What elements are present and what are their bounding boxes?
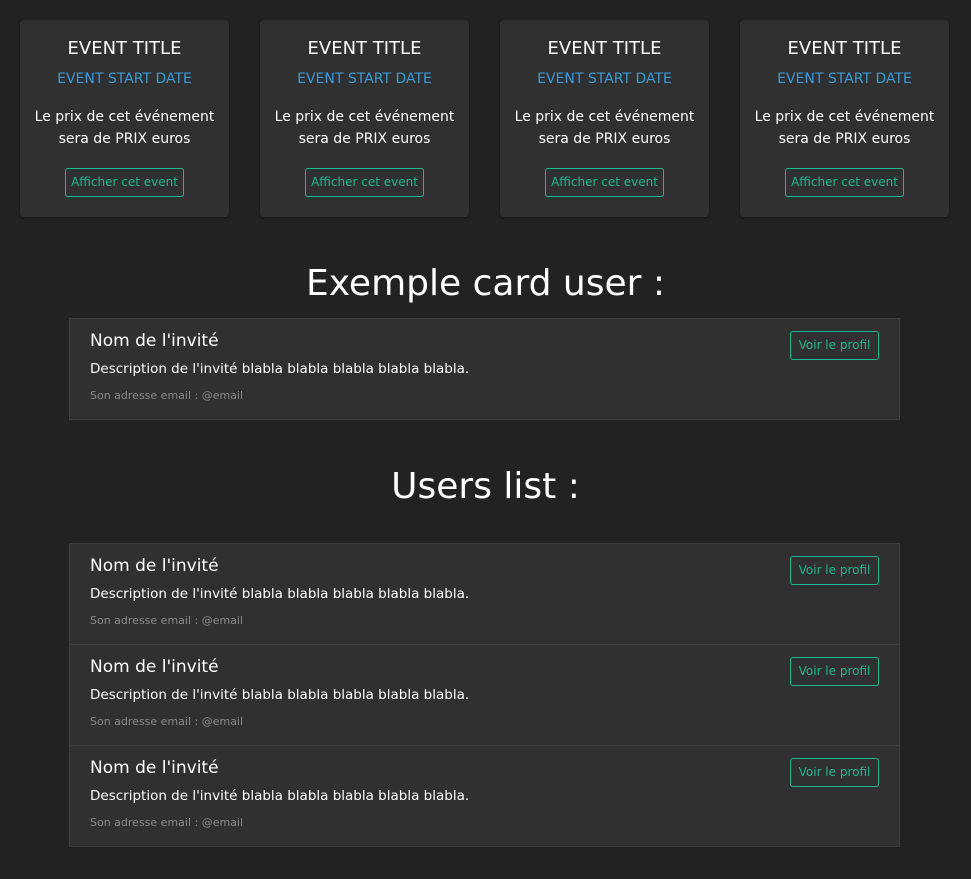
user-card: Nom de l'invité Description de l'invité … (69, 644, 900, 746)
event-card: EVENT TITLE EVENT START DATE Le prix de … (260, 20, 469, 217)
event-price-text: Le prix de cet événement sera de PRIX eu… (514, 109, 695, 147)
event-price-text: Le prix de cet événement sera de PRIX eu… (274, 109, 455, 147)
view-profile-button[interactable]: Voir le profil (790, 556, 879, 585)
event-title: EVENT TITLE (67, 38, 182, 59)
event-start-date: EVENT START DATE (537, 71, 672, 87)
users-list-heading: Users list : (391, 466, 580, 507)
event-price-text: Le prix de cet événement sera de PRIX eu… (754, 109, 935, 147)
event-card: EVENT TITLE EVENT START DATE Le prix de … (20, 20, 229, 217)
user-description: Description de l'invité blabla blabla bl… (90, 361, 470, 377)
user-description: Description de l'invité blabla blabla bl… (90, 687, 470, 703)
user-description: Description de l'invité blabla blabla bl… (90, 788, 470, 804)
users-list: Nom de l'invité Description de l'invité … (69, 543, 900, 847)
event-price-text: Le prix de cet événement sera de PRIX eu… (34, 109, 215, 147)
event-start-date: EVENT START DATE (777, 71, 912, 87)
view-profile-button[interactable]: Voir le profil (790, 331, 879, 360)
event-card: EVENT TITLE EVENT START DATE Le prix de … (740, 20, 949, 217)
user-name: Nom de l'invité (90, 758, 219, 778)
event-cards-row: EVENT TITLE EVENT START DATE Le prix de … (20, 20, 950, 217)
show-event-button[interactable]: Afficher cet event (785, 168, 904, 197)
user-name: Nom de l'invité (90, 657, 219, 677)
show-event-button[interactable]: Afficher cet event (545, 168, 664, 197)
view-profile-button[interactable]: Voir le profil (790, 657, 879, 686)
user-email: Son adresse email : @email (90, 715, 244, 728)
event-card: EVENT TITLE EVENT START DATE Le prix de … (500, 20, 709, 217)
example-user-card: Nom de l'invité Description de l'invité … (69, 318, 900, 420)
event-start-date: EVENT START DATE (297, 71, 432, 87)
user-email: Son adresse email : @email (90, 389, 244, 402)
event-title: EVENT TITLE (547, 38, 662, 59)
user-name: Nom de l'invité (90, 556, 219, 576)
show-event-button[interactable]: Afficher cet event (65, 168, 184, 197)
event-title: EVENT TITLE (787, 38, 902, 59)
user-card: Nom de l'invité Description de l'invité … (69, 543, 900, 645)
user-name: Nom de l'invité (90, 331, 219, 351)
user-email: Son adresse email : @email (90, 614, 244, 627)
show-event-button[interactable]: Afficher cet event (305, 168, 424, 197)
user-description: Description de l'invité blabla blabla bl… (90, 586, 470, 602)
user-card: Nom de l'invité Description de l'invité … (69, 745, 900, 847)
page: EVENT TITLE EVENT START DATE Le prix de … (0, 0, 971, 879)
view-profile-button[interactable]: Voir le profil (790, 758, 879, 787)
event-start-date: EVENT START DATE (57, 71, 192, 87)
user-email: Son adresse email : @email (90, 816, 244, 829)
example-user-heading: Exemple card user : (305, 263, 665, 304)
event-title: EVENT TITLE (307, 38, 422, 59)
